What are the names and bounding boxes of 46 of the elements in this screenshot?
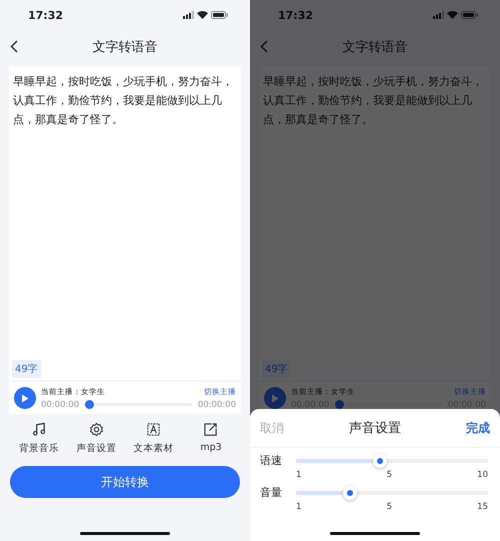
play-icon <box>271 394 279 402</box>
slider-label: 语速 <box>260 453 283 468</box>
start-convert-button[interactable]: 开始转换 <box>10 466 240 498</box>
slider-thumb[interactable] <box>342 486 357 500</box>
progress-thumb[interactable] <box>85 400 94 409</box>
status-time: 17:32 <box>28 8 64 22</box>
wifi-icon <box>447 11 458 19</box>
input-text[interactable]: 早睡早起，按时吃饭，少玩手机，努力奋斗，认真工作，勤俭节约，我要是能做到以上几点，那真是奇了怪了。 <box>12 72 238 129</box>
play-icon <box>21 394 29 402</box>
tick-label: 1 <box>296 502 302 512</box>
music-note-icon <box>32 422 46 437</box>
page-title: 文字转语音 <box>342 39 408 56</box>
progress-track[interactable] <box>335 400 442 409</box>
tick-label: 5 <box>386 470 392 480</box>
battery-icon <box>461 11 478 19</box>
wifi-icon <box>197 11 208 19</box>
gear-icon <box>88 422 104 437</box>
text-box-icon <box>146 422 162 437</box>
tool-button[interactable]: 声音设置 <box>71 422 122 455</box>
tool-button[interactable]: 文本素材 <box>128 422 179 455</box>
signal-icon <box>433 11 444 19</box>
total-time: 00:00:00 <box>198 400 236 410</box>
char-count: 49字 <box>262 360 291 378</box>
status-time: 17:32 <box>278 8 314 22</box>
tick-label: 10 <box>477 470 488 480</box>
elapsed-time: 00:00:00 <box>41 400 80 410</box>
input-text[interactable]: 早睡早起，按时吃饭，少玩手机，努力奋斗，认真工作，勤俭节约，我要是能做到以上几点，那真是奇了怪了。 <box>262 72 488 129</box>
done-button[interactable]: 完成 <box>466 420 490 436</box>
play-button[interactable] <box>264 387 286 409</box>
tick-label: 5 <box>386 502 392 512</box>
char-count: 49字 <box>12 360 41 378</box>
battery-icon <box>211 11 228 19</box>
tick-label: 1 <box>296 470 302 480</box>
play-button[interactable] <box>14 387 36 409</box>
page-title: 文字转语音 <box>92 39 158 56</box>
progress-thumb[interactable] <box>335 400 344 409</box>
export-icon <box>203 422 218 437</box>
tool-button[interactable]: mp3 <box>186 422 236 455</box>
sheet-title: 声音设置 <box>349 420 401 437</box>
tick-label: 15 <box>477 502 488 512</box>
slider-label: 音量 <box>260 485 283 500</box>
back-icon[interactable] <box>10 40 18 53</box>
tool-button[interactable]: 背景音乐 <box>14 422 64 455</box>
signal-icon <box>183 11 194 19</box>
slider-thumb[interactable] <box>373 454 388 468</box>
progress-track[interactable] <box>85 400 192 409</box>
